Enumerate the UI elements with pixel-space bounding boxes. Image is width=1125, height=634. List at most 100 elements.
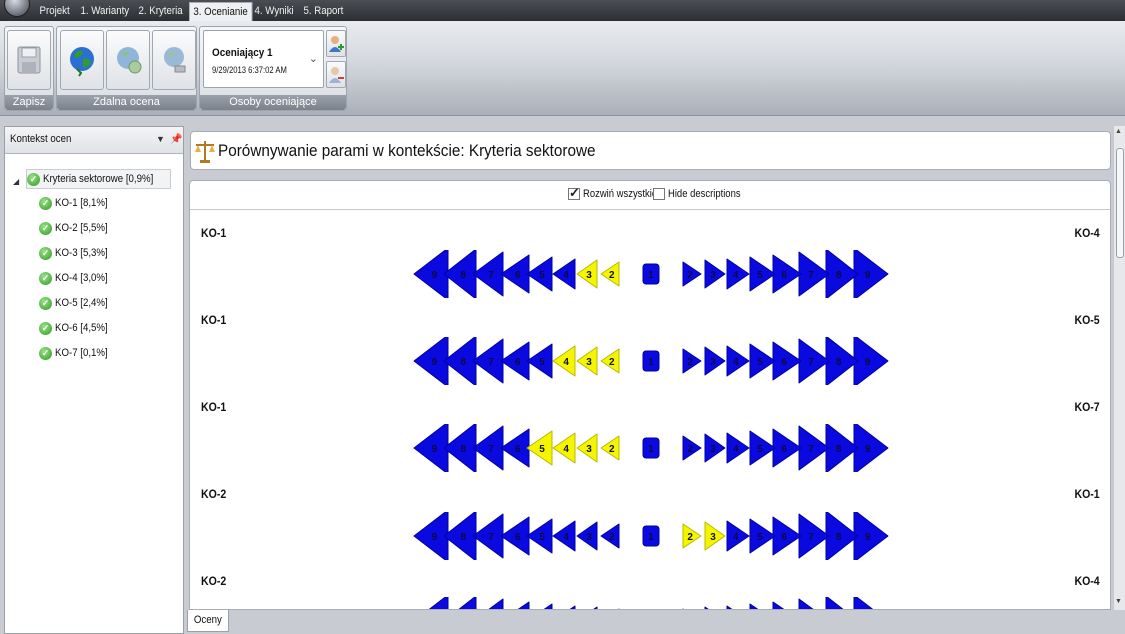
checkbox-box[interactable] [653,188,665,200]
rating-arrow-left-6[interactable]: 6 [500,516,530,556]
pin-icon[interactable]: 📌 [170,127,182,152]
tree-item-ko7[interactable]: ✓ KO-7 [0,1%] [39,343,115,363]
rating-arrow-left-2[interactable]: 2 [600,523,620,549]
vertical-scrollbar[interactable]: ▲ ▼ [1113,126,1125,610]
rating-arrow-right-7[interactable]: 7 [798,598,829,610]
tab-oceny[interactable]: Oceny [187,610,229,632]
rating-arrow-right-3[interactable]: 3 [704,259,726,289]
rating-arrow-left-5[interactable]: 5 [526,343,553,379]
tree-item-ko5[interactable]: ✓ KO-5 [2,4%] [39,293,115,313]
rating-arrow-left-3[interactable]: 3 [576,521,598,551]
rating-arrow-right-2[interactable]: 2 [682,348,702,374]
rating-arrow-right-7[interactable]: 7 [798,425,830,471]
remove-rater-button[interactable] [326,61,346,88]
rating-arrow-right-5[interactable]: 5 [749,343,776,379]
rating-arrow-left-4[interactable]: 4 [552,345,576,377]
rating-arrow-right-9[interactable]: 9 [853,424,889,472]
rating-arrow-right-3[interactable]: 3 [704,521,726,551]
rating-arrow-left-5[interactable]: 5 [526,430,553,466]
tree-item-ko6[interactable]: ✓ KO-6 [4,5%] [39,318,115,338]
rating-arrow-right-4[interactable]: 4 [726,432,750,464]
rating-arrow-left-7[interactable]: 7 [472,338,504,384]
rating-arrow-right-2[interactable]: 2 [682,523,702,549]
rating-arrow-left-7[interactable]: 7 [473,598,504,610]
rating-arrow-right-9[interactable]: 9 [853,597,888,610]
rating-arrow-right-6[interactable]: 6 [772,516,802,556]
tab-kryteria[interactable]: 2. Kryteria [135,2,186,21]
tab-raport[interactable]: 5. Raport [300,2,347,21]
tree-root-node[interactable]: ✓ Kryteria sektorowe [0,9%] [26,169,172,189]
rating-arrow-right-7[interactable]: 7 [798,338,830,384]
rating-arrow-right-2[interactable]: 2 [682,435,702,461]
rating-arrow-right-6[interactable]: 6 [772,428,802,468]
rating-arrow-left-6[interactable]: 6 [500,254,530,294]
rating-arrow-left-8[interactable]: 8 [443,512,477,560]
remote-settings-button[interactable] [152,30,196,90]
rating-arrow-right-4[interactable]: 4 [726,520,750,552]
add-rater-button[interactable] [326,30,346,57]
rating-arrow-left-6[interactable]: 6 [500,428,530,468]
tab-projekt[interactable]: Projekt [36,2,73,21]
rating-arrow-left-9[interactable]: 9 [413,337,449,385]
rating-arrow-right-6[interactable]: 6 [772,254,802,294]
rating-arrow-left-8[interactable]: 8 [443,424,477,472]
tree-item-ko4[interactable]: ✓ KO-4 [3,0%] [39,268,115,288]
tab-warianty[interactable]: 1. Warianty [77,2,133,21]
rating-equal-button[interactable]: 1 [642,437,660,459]
rating-arrow-right-9[interactable]: 9 [853,337,889,385]
rating-arrow-left-6[interactable]: 6 [501,601,530,610]
rating-arrow-right-3[interactable]: 3 [704,433,726,463]
remote-import-button[interactable] [106,30,150,90]
rating-arrow-right-8[interactable]: 8 [825,424,859,472]
rating-arrow-right-8[interactable]: 8 [825,250,859,298]
rating-arrow-left-4[interactable]: 4 [552,520,576,552]
rating-arrow-left-8[interactable]: 8 [443,337,477,385]
rating-arrow-left-9[interactable]: 9 [413,512,449,560]
rating-arrow-left-9[interactable]: 9 [413,250,449,298]
tree-expander-icon[interactable]: ◢ [13,177,19,186]
rating-arrow-left-3[interactable]: 3 [576,433,598,463]
panel-dropdown-icon[interactable]: ▼ [156,127,165,152]
rating-arrow-left-8[interactable]: 8 [443,250,477,298]
rating-arrow-right-7[interactable]: 7 [798,251,830,297]
rating-arrow-right-8[interactable]: 8 [825,597,858,610]
rating-arrow-right-4[interactable]: 4 [726,345,750,377]
rating-arrow-left-4[interactable]: 4 [552,432,576,464]
hide-descriptions-checkbox[interactable]: Hide descriptions [653,188,752,200]
rating-arrow-right-8[interactable]: 8 [825,512,859,560]
rating-equal-button[interactable]: 1 [642,350,660,372]
tab-wyniki[interactable]: 4. Wyniki [251,2,297,21]
scroll-down-icon[interactable]: ▼ [1115,598,1122,605]
rating-arrow-left-2[interactable]: 2 [600,435,620,461]
remote-rate-button[interactable] [60,30,104,90]
scroll-up-icon[interactable]: ▲ [1115,128,1122,135]
rating-arrow-right-5[interactable]: 5 [749,256,776,292]
rating-arrow-left-3[interactable]: 3 [576,346,598,376]
rating-arrow-left-6[interactable]: 6 [500,341,530,381]
rating-equal-button[interactable]: 1 [642,263,660,285]
rating-arrow-left-5[interactable]: 5 [526,256,553,292]
rating-arrow-left-8[interactable]: 8 [444,597,477,610]
rating-arrow-right-2[interactable]: 2 [682,261,702,287]
rating-arrow-right-6[interactable]: 6 [772,341,802,381]
rating-arrow-right-3[interactable]: 3 [704,346,726,376]
rating-arrow-right-6[interactable]: 6 [772,601,801,610]
rating-arrow-left-5[interactable]: 5 [526,518,553,554]
rating-arrow-right-8[interactable]: 8 [825,337,859,385]
rating-arrow-left-4[interactable]: 4 [552,258,576,290]
tree-item-ko1[interactable]: ✓ KO-1 [8,1%] [39,193,115,213]
rating-arrow-right-9[interactable]: 9 [853,250,889,298]
rating-equal-button[interactable]: 1 [642,525,660,547]
rating-arrow-left-7[interactable]: 7 [472,425,504,471]
rating-arrow-right-9[interactable]: 9 [853,512,889,560]
rating-arrow-left-7[interactable]: 7 [472,513,504,559]
checkbox-box[interactable] [568,185,580,201]
rating-arrow-right-4[interactable]: 4 [726,258,750,290]
rating-arrow-left-9[interactable]: 9 [414,597,449,610]
scroll-thumb[interactable] [1116,148,1124,258]
app-menu-orb[interactable] [4,0,30,17]
rating-arrow-right-5[interactable]: 5 [749,430,776,466]
rating-arrow-right-7[interactable]: 7 [798,513,830,559]
rating-arrow-left-7[interactable]: 7 [472,251,504,297]
rating-arrow-left-2[interactable]: 2 [600,348,620,374]
